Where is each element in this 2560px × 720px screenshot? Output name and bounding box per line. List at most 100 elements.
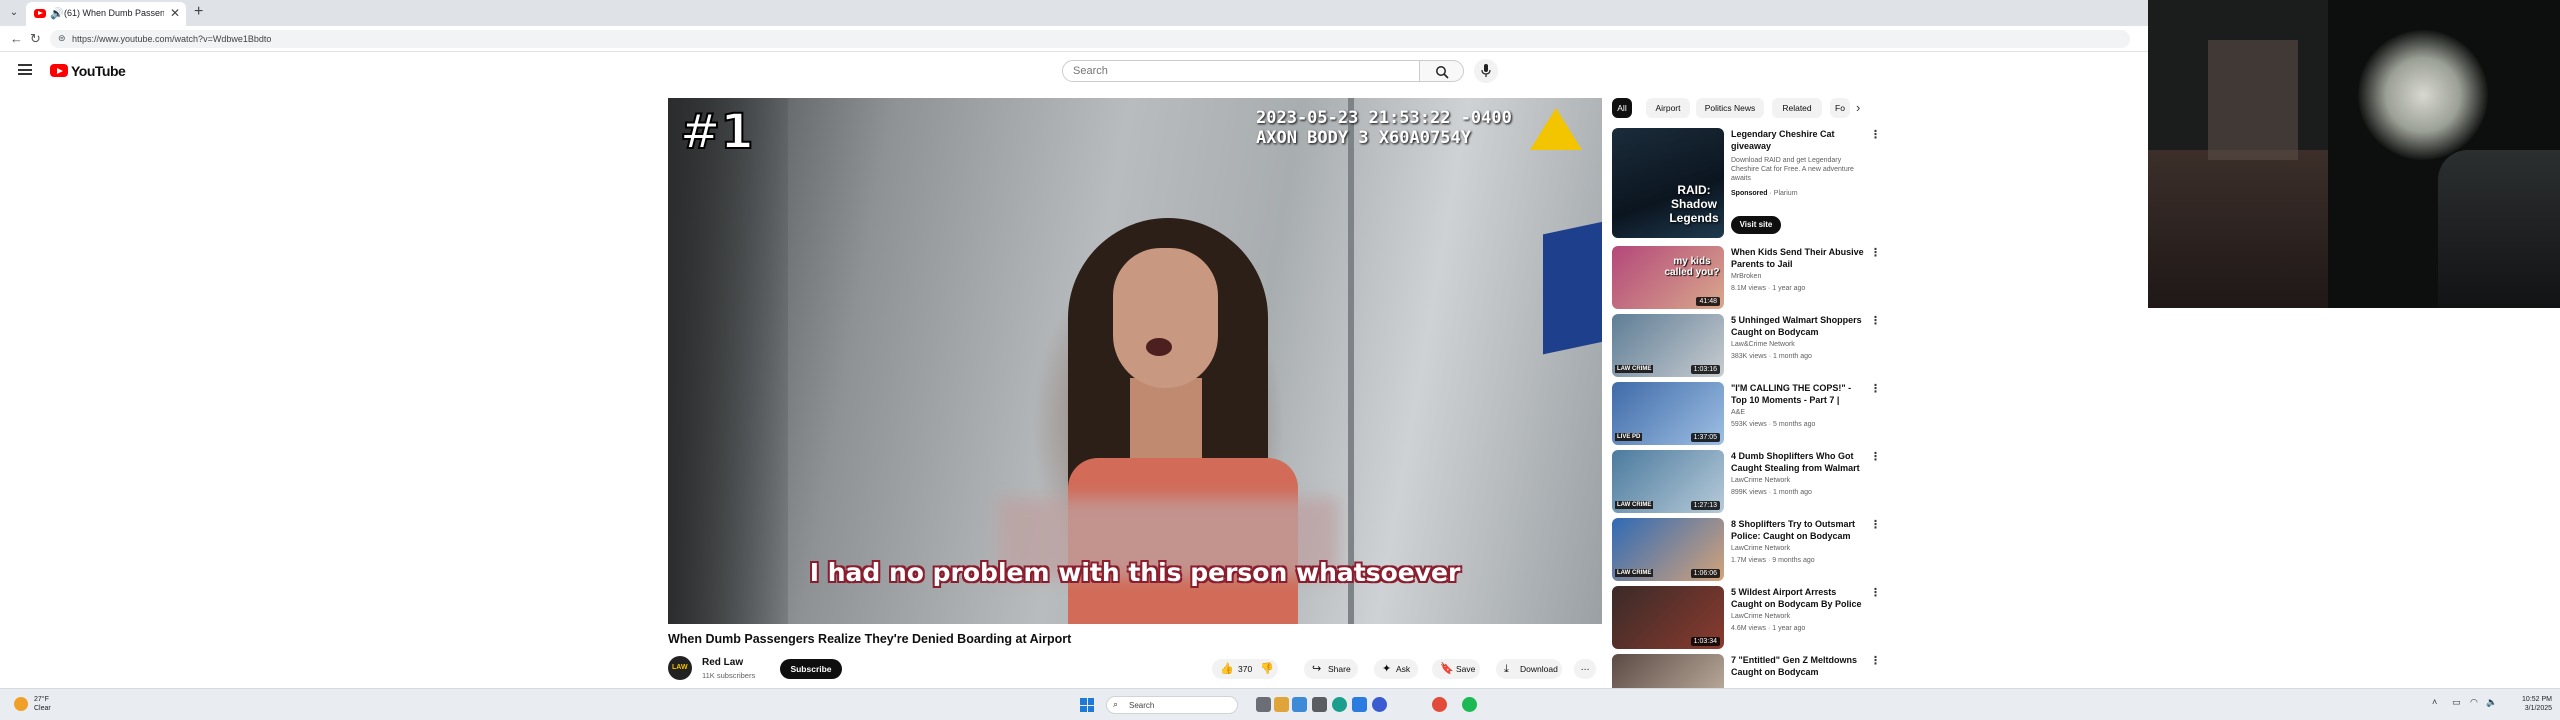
more-options-icon[interactable]: ⋮ [1870,518,1881,531]
ask-label: Ask [1396,664,1411,674]
share-icon: ↪ [1312,663,1322,675]
ad-title[interactable]: Legendary Cheshire Cat giveaway [1731,128,1861,152]
video-title[interactable]: When Kids Send Their Abusive Parents to … [1731,246,1866,270]
app-icon-2[interactable] [1292,697,1307,712]
dislike-icon[interactable]: 👎 [1260,659,1274,679]
weather-moon-icon[interactable] [14,697,28,711]
url-field[interactable]: ⊜ https://www.youtube.com/watch?v=Wdbwe1… [50,30,2130,48]
video-thumbnail[interactable]: LAW CRIME 1:03:16 [1612,314,1724,377]
video-title[interactable]: "I'M CALLING THE COPS!" - Top 10 Moments… [1731,382,1866,406]
chevron-right-icon[interactable]: › [1856,100,1860,115]
task-view-icon[interactable] [1256,697,1271,712]
video-thumbnail[interactable]: LAW CRIME 1:27:13 [1612,450,1724,513]
more-options-icon[interactable]: ⋮ [1870,314,1881,327]
video-meta: 4.6M views · 1 year ago [1731,625,1806,632]
video-title[interactable]: 5 Unhinged Walmart Shoppers Caught on Bo… [1731,314,1866,338]
more-options-icon[interactable]: ⋮ [1870,450,1881,463]
video-frame-person-neck [1130,378,1202,468]
wifi-icon[interactable]: ◠ [2470,697,2478,708]
youtube-logo-icon[interactable] [50,64,68,77]
search-input[interactable] [1062,60,1420,82]
site-info-icon[interactable]: ⊜ [58,33,66,44]
chrome-icon[interactable] [1432,697,1447,712]
recommended-video[interactable]: 1:03:34 5 Wildest Airport Arrests Caught … [1612,586,1882,652]
tray-app-icon[interactable]: ▭ [2452,697,2461,708]
reload-icon[interactable]: ↻ [30,31,41,47]
axon-logo-icon [1530,108,1582,150]
video-duration: 1:27:13 [1690,501,1720,510]
chip-airport[interactable]: Airport [1646,98,1690,118]
video-title[interactable]: 8 Shoplifters Try to Outsmart Police: Ca… [1731,518,1866,542]
video-thumbnail[interactable]: 1:03:34 [1612,586,1724,649]
save-button[interactable]: 🔖 Save [1432,659,1480,679]
chip-all[interactable]: All [1612,98,1632,118]
recommended-video[interactable]: LIVE PD 1:37:05 "I'M CALLING THE COPS!" - … [1612,382,1882,448]
speaker-icon[interactable]: 🔊 [50,7,64,20]
ad-thumbnail[interactable]: RAID: Shadow Legends [1612,128,1724,238]
file-explorer-icon[interactable] [1312,697,1327,712]
subscribe-button[interactable]: Subscribe [780,659,842,679]
download-button[interactable]: ⤓ Download [1496,659,1562,679]
tab-list-icon[interactable]: ⌄ [6,5,22,21]
more-options-icon[interactable]: ⋮ [1870,654,1881,667]
video-thumbnail[interactable]: LAW CRIME 1:06:06 [1612,518,1724,581]
channel-name[interactable]: LawCrime Network [1731,613,1790,620]
video-meta: 8.1M views · 1 year ago [1731,285,1806,292]
recommended-video[interactable]: LAW CRIME 1:03:16 5 Unhinged Walmart Shopp… [1612,314,1882,380]
more-options-icon[interactable]: ⋮ [1870,246,1881,259]
channel-name[interactable]: LawCrime Network [1731,545,1790,552]
video-caption: I had no problem with this person whatso… [809,558,1461,587]
like-count[interactable]: 370 [1238,659,1252,679]
voice-search-button[interactable] [1474,59,1498,83]
taskbar-search[interactable]: ⌕ Search [1106,696,1238,714]
app-icon-3[interactable] [1352,697,1367,712]
tab-title: (61) When Dumb Passengers [64,8,164,18]
recommended-video[interactable]: LAW CRIME 1:06:06 8 Shoplifters Try to Out… [1612,518,1882,584]
channel-avatar[interactable]: LAW [668,656,692,680]
taskbar-clock[interactable]: 10:52 PM 3/1/2025 [2508,695,2552,713]
edge-browser-icon[interactable] [1332,697,1347,712]
like-icon[interactable]: 👍 [1220,659,1234,679]
more-actions-icon[interactable]: ⋯ [1574,659,1596,679]
video-frame-door [1348,98,1354,624]
video-title[interactable]: 7 "Entitled" Gen Z Meltdowns Caught on B… [1731,654,1866,678]
more-options-icon[interactable]: ⋮ [1870,128,1881,141]
app-icon-4[interactable] [1372,697,1387,712]
spotify-icon[interactable] [1462,697,1477,712]
more-options-icon[interactable]: ⋮ [1870,382,1881,395]
video-thumbnail[interactable]: LIVE PD 1:37:05 [1612,382,1724,445]
weather-widget[interactable]: 27°F Clear [34,695,51,713]
video-title[interactable]: 5 Wildest Airport Arrests Caught on Body… [1731,586,1866,610]
channel-name[interactable]: A&E [1731,409,1745,416]
tray-chevron-icon[interactable]: ˄ [2432,697,2437,707]
recommended-video[interactable]: LAW CRIME 1:27:13 4 Dumb Shoplifters Who G… [1612,450,1882,516]
channel-name[interactable]: Law&Crime Network [1731,341,1795,348]
visit-site-button[interactable]: Visit site [1731,216,1781,234]
channel-name[interactable]: Red Law [702,657,743,668]
windows-taskbar: 27°F Clear ⌕ Search ˄ ▭ ◠ 🔈 10:52 PM 3/1… [0,688,2560,720]
menu-icon[interactable] [18,64,32,75]
video-player[interactable]: #1 2023-05-23 21:53:22 -0400 AXON BODY 3… [668,98,1602,624]
ask-button[interactable]: ✦ Ask [1374,659,1418,679]
search-button[interactable] [1420,60,1464,82]
close-tab-icon[interactable]: ✕ [170,6,180,20]
chip-related[interactable]: Related [1772,98,1822,118]
channel-name[interactable]: MrBroken [1731,273,1761,280]
video-title[interactable]: 4 Dumb Shoplifters Who Got Caught Steali… [1731,450,1866,474]
channel-name[interactable]: LawCrime Network [1731,477,1790,484]
back-icon[interactable]: ← [10,31,23,46]
browser-tab[interactable]: 🔊 (61) When Dumb Passengers ✕ [26,2,186,26]
youtube-logo-text[interactable]: YouTube [71,63,126,79]
video-thumbnail[interactable]: my kids called you? 41:48 [1612,246,1724,309]
sponsored-ad[interactable]: RAID: Shadow Legends Legendary Cheshire … [1612,128,1882,242]
new-tab-icon[interactable]: + [194,3,203,21]
app-icon-1[interactable] [1274,697,1289,712]
volume-icon[interactable]: 🔈 [2486,697,2497,708]
chip-truncated[interactable]: Fo [1830,98,1850,118]
windows-start-icon[interactable] [1080,698,1094,712]
recommended-video[interactable]: my kids called you? 41:48 When Kids Send T… [1612,246,1882,312]
more-options-icon[interactable]: ⋮ [1870,586,1881,599]
video-title: When Dumb Passengers Realize They're Den… [668,632,1072,646]
chip-politics-news[interactable]: Politics News [1696,98,1764,118]
share-button[interactable]: ↪ Share [1304,659,1358,679]
